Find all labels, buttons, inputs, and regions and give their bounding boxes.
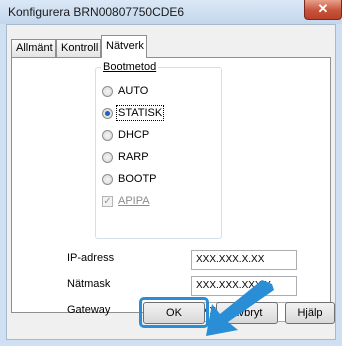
radio-button[interactable] xyxy=(102,85,113,97)
radio-button[interactable] xyxy=(102,151,113,163)
radio-label: STATISK xyxy=(115,105,165,121)
tab-kontroll[interactable]: Kontroll xyxy=(56,39,101,57)
ip-address-label: IP-adress xyxy=(67,252,115,264)
network-tab-panel: Bootmetod AUTO STATISK DHCP RARP BOOTP ✓… xyxy=(11,57,331,322)
apipa-checkbox-row: ✓ APIPA xyxy=(102,193,150,209)
apipa-checkbox: ✓ xyxy=(102,195,113,207)
netmask-label: Nätmask xyxy=(67,278,111,290)
dialog-client: Allmänt Kontroll Nätverk Bootmetod AUTO … xyxy=(6,24,336,340)
help-button[interactable]: Hjälp xyxy=(285,302,335,324)
radio-button[interactable] xyxy=(102,173,113,185)
apipa-label: APIPA xyxy=(118,195,150,207)
dialog-window: Konfigurera BRN00807750CDE6 ✕ Allmänt Ko… xyxy=(0,0,342,346)
close-icon: ✕ xyxy=(317,1,329,16)
radio-label: RARP xyxy=(118,151,149,163)
boot-method-group: Bootmetod AUTO STATISK DHCP RARP BOOTP ✓… xyxy=(95,61,222,239)
close-button[interactable]: ✕ xyxy=(304,0,342,20)
radio-button[interactable] xyxy=(102,129,113,141)
boot-method-label: Bootmetod xyxy=(101,61,159,73)
radio-bootp[interactable]: BOOTP xyxy=(102,171,157,187)
radio-label: DHCP xyxy=(118,129,150,141)
title-bar[interactable]: Konfigurera BRN00807750CDE6 ✕ xyxy=(0,0,342,24)
radio-label: AUTO xyxy=(118,85,149,97)
radio-auto[interactable]: AUTO xyxy=(102,83,148,99)
tab-allmant[interactable]: Allmänt xyxy=(11,39,56,57)
radio-rarp[interactable]: RARP xyxy=(102,149,149,165)
radio-label: BOOTP xyxy=(118,173,157,185)
gateway-label: Gateway xyxy=(67,304,111,316)
ip-address-field[interactable]: XXX.XXX.X.XX xyxy=(191,250,297,270)
radio-dhcp[interactable]: DHCP xyxy=(102,127,149,143)
window-title: Konfigurera BRN00807750CDE6 xyxy=(8,5,185,19)
ok-button[interactable]: OK xyxy=(143,302,205,324)
radio-statisk[interactable]: STATISK xyxy=(102,105,165,121)
radio-button-selected[interactable] xyxy=(102,107,113,119)
tab-natverk[interactable]: Nätverk xyxy=(101,35,147,58)
arrow-icon xyxy=(206,280,274,336)
